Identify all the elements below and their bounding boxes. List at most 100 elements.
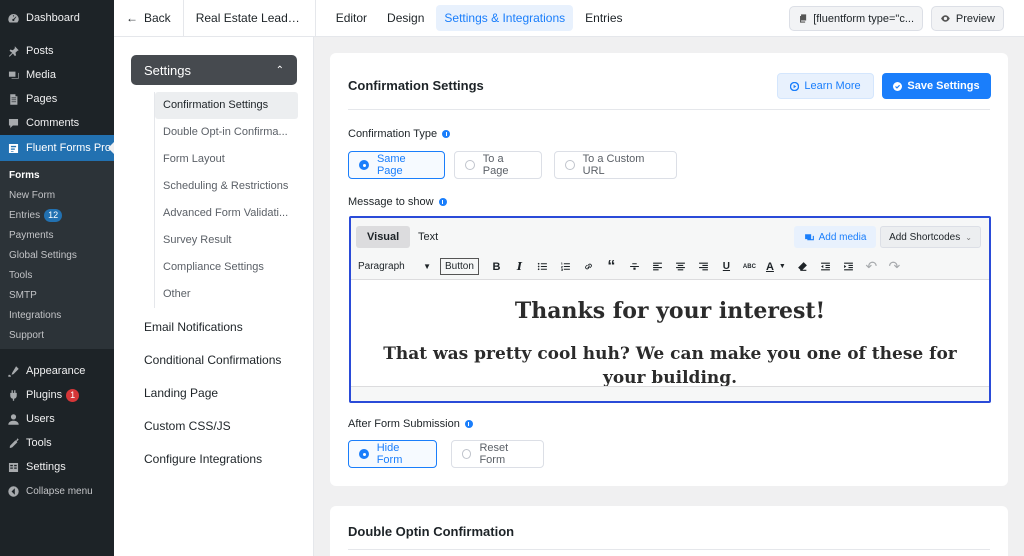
editor-content-area[interactable]: Thanks for your interest! That was prett…	[351, 280, 989, 386]
text-color-icon[interactable]: A ▼	[761, 257, 791, 277]
underline-icon[interactable]: U	[715, 257, 738, 277]
tab-settings-integrations[interactable]: Settings & Integrations	[436, 5, 574, 31]
info-icon[interactable]	[438, 198, 447, 206]
redo-icon[interactable]: ↷	[883, 257, 906, 277]
wp-submenu-support[interactable]: Support	[0, 325, 114, 345]
wp-submenu-global-settings[interactable]: Global Settings	[0, 245, 114, 265]
wp-menu-settings[interactable]: Settings	[0, 455, 114, 479]
radio-to-a-page[interactable]: To a Page	[454, 151, 542, 179]
media-icon	[804, 233, 814, 240]
info-icon[interactable]	[464, 420, 473, 428]
subnav-compliance[interactable]: Compliance Settings	[155, 254, 298, 281]
play-circle-icon	[790, 81, 800, 91]
eye-icon	[941, 15, 950, 22]
radio-to-custom-url[interactable]: To a Custom URL	[554, 151, 677, 179]
nav-custom-css-js[interactable]: Custom CSS/JS	[144, 415, 281, 448]
wp-menu-fluent-forms[interactable]: Fluent Forms Pro	[0, 135, 114, 161]
subnav-double-optin[interactable]: Double Opt-in Confirma...	[155, 119, 298, 146]
outdent-icon[interactable]	[814, 257, 837, 277]
radio-same-page[interactable]: Same Page	[348, 151, 445, 179]
message-paragraph: That was pretty cool huh? We can make yo…	[383, 344, 957, 386]
subnav-confirmation-settings[interactable]: Confirmation Settings	[155, 92, 298, 119]
wp-submenu-payments[interactable]: Payments	[0, 225, 114, 245]
wp-submenu-smtp[interactable]: SMTP	[0, 285, 114, 305]
wp-collapse-menu[interactable]: Collapse menu	[0, 479, 114, 503]
check-circle-icon	[893, 81, 903, 91]
italic-icon[interactable]: I	[508, 257, 531, 277]
wp-menu-users[interactable]: Users	[0, 407, 114, 431]
tab-entries[interactable]: Entries	[577, 5, 630, 31]
add-shortcodes-dropdown[interactable]: Add Shortcodes ⌄	[880, 226, 981, 248]
wp-submenu-integrations[interactable]: Integrations	[0, 305, 114, 325]
nav-configure-integrations[interactable]: Configure Integrations	[144, 448, 281, 481]
wp-menu-media[interactable]: Media	[0, 63, 114, 87]
radio-dot	[462, 449, 472, 459]
align-right-icon[interactable]	[692, 257, 715, 277]
settings-accordion-header[interactable]: Settings ⌃	[131, 55, 297, 85]
wp-menu-pages[interactable]: Pages	[0, 87, 114, 111]
fluent-forms-submenu: Forms New Form Entries 12 Payments Global…	[0, 161, 114, 349]
wp-menu-tools[interactable]: Tools	[0, 431, 114, 455]
indent-icon[interactable]	[837, 257, 860, 277]
subnav-other[interactable]: Other	[155, 281, 298, 308]
add-media-button[interactable]: Add media	[794, 226, 876, 248]
card-divider	[348, 549, 990, 550]
wp-submenu-tools[interactable]: Tools	[0, 265, 114, 285]
chevron-up-icon: ⌃	[275, 64, 284, 76]
radio-reset-form[interactable]: Reset Form	[451, 440, 544, 468]
radio-hide-form[interactable]: Hide Form	[348, 440, 437, 468]
tools-icon	[7, 437, 20, 450]
nav-email-notifications[interactable]: Email Notifications	[144, 316, 281, 349]
blockquote-icon[interactable]: “	[600, 257, 623, 277]
learn-more-button[interactable]: Learn More	[777, 73, 874, 99]
bold-icon[interactable]: B	[485, 257, 508, 277]
subnav-scheduling[interactable]: Scheduling & Restrictions	[155, 173, 298, 200]
wp-submenu-entries[interactable]: Entries 12	[0, 205, 114, 225]
entries-count-badge: 12	[44, 208, 63, 222]
wp-submenu-forms[interactable]: Forms	[0, 165, 114, 185]
card-divider	[348, 109, 990, 110]
subnav-form-layout[interactable]: Form Layout	[155, 146, 298, 173]
format-select[interactable]: Paragraph ▼	[355, 258, 434, 276]
editor-tab-text[interactable]: Text	[407, 226, 449, 248]
link-icon[interactable]	[577, 257, 600, 277]
wp-submenu-new-form[interactable]: New Form	[0, 185, 114, 205]
subnav-advanced-validation[interactable]: Advanced Form Validati...	[155, 200, 298, 227]
insert-button-tool[interactable]: Button	[440, 258, 479, 275]
wp-menu-appearance[interactable]: Appearance	[0, 359, 114, 383]
wp-menu-dashboard[interactable]: Dashboard	[0, 6, 114, 30]
wp-menu-comments[interactable]: Comments	[0, 111, 114, 135]
undo-icon[interactable]: ↶	[860, 257, 883, 277]
media-icon	[7, 69, 20, 82]
appearance-icon	[7, 365, 20, 378]
confirmation-settings-card: Confirmation Settings Learn More Save Se…	[330, 53, 1008, 486]
bullet-list-icon[interactable]	[531, 257, 554, 277]
nav-conditional-confirmations[interactable]: Conditional Confirmations	[144, 349, 281, 382]
back-button[interactable]: ← Back	[114, 0, 184, 37]
strikethrough-icon[interactable]	[623, 257, 646, 277]
radio-dot	[565, 160, 575, 170]
preview-button[interactable]: Preview	[931, 6, 1004, 31]
tab-design[interactable]: Design	[379, 5, 432, 31]
align-left-icon[interactable]	[646, 257, 669, 277]
editor-toolbar: Paragraph ▼ Button B I “ U ABC A ▼ ↶ ↷	[351, 254, 989, 280]
shortcode-copy-button[interactable]: [fluentform type="c...	[789, 6, 923, 31]
numbered-list-icon[interactable]	[554, 257, 577, 277]
save-settings-button[interactable]: Save Settings	[882, 73, 991, 99]
info-icon[interactable]	[442, 130, 451, 138]
subnav-survey-result[interactable]: Survey Result	[155, 227, 298, 254]
wp-menu-plugins[interactable]: Plugins 1	[0, 383, 114, 407]
radio-dot	[359, 160, 369, 170]
settings-icon	[7, 461, 20, 474]
editor-tab-visual[interactable]: Visual	[356, 226, 411, 248]
wp-admin-sidebar: Dashboard Posts Media Pages Comments Flu…	[0, 0, 114, 556]
radio-dot	[465, 160, 475, 170]
tab-editor[interactable]: Editor	[328, 5, 375, 31]
fluent-forms-icon	[7, 142, 20, 155]
text-case-icon[interactable]: ABC	[738, 257, 761, 277]
align-center-icon[interactable]	[669, 257, 692, 277]
nav-landing-page[interactable]: Landing Page	[144, 382, 281, 415]
editor-resize-handle[interactable]	[351, 386, 989, 401]
clear-format-icon[interactable]	[791, 257, 814, 277]
wp-menu-posts[interactable]: Posts	[0, 39, 114, 63]
